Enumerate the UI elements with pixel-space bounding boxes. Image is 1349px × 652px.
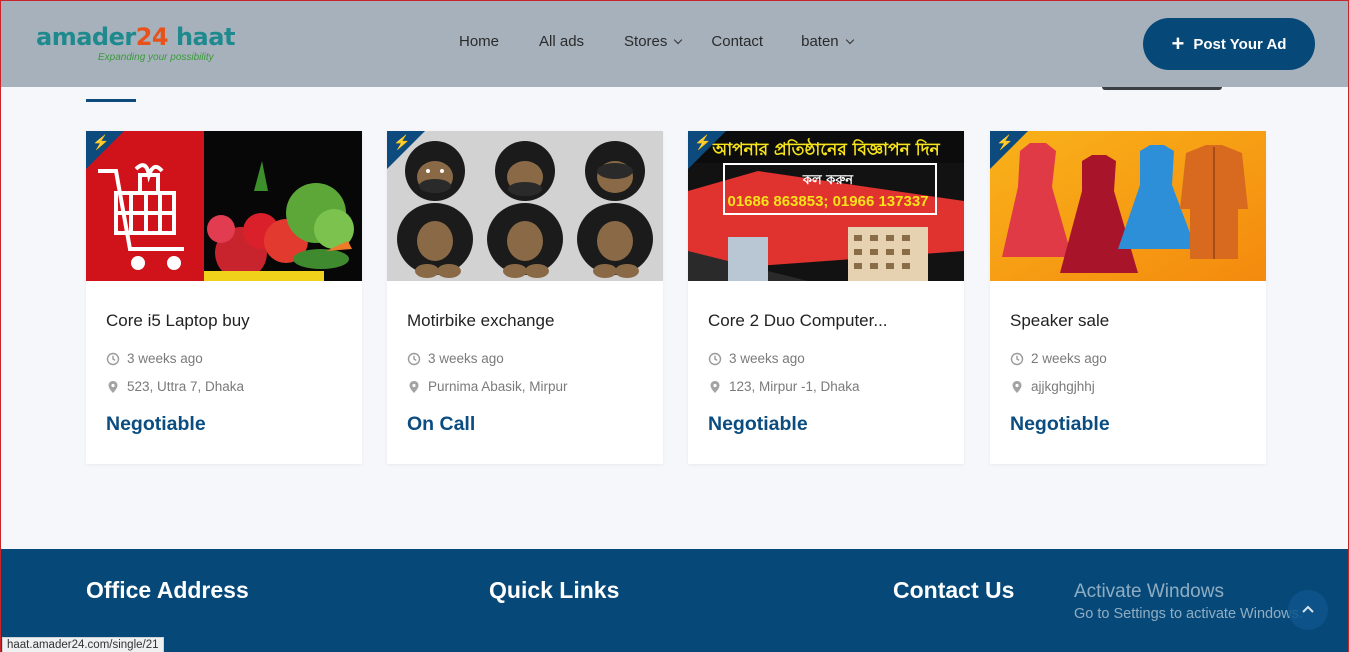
listing-time: 2 weeks ago [1010, 351, 1107, 366]
nav-contact-label: Contact [711, 33, 764, 50]
windows-activation-watermark: Activate Windows Go to Settings to activ… [1074, 581, 1303, 622]
logo-tagline: Expanding your possibility [98, 52, 214, 63]
map-pin-icon [108, 380, 118, 393]
contact-us-heading: Contact Us [893, 577, 1015, 603]
logo-text-part3: haat [168, 23, 235, 51]
logo-text-part1: amader [36, 23, 136, 51]
listing-price: Negotiable [106, 413, 206, 435]
listing-card[interactable]: ⚡ Motirbike exchange 3 weeks ago Purnima… [387, 131, 663, 464]
chevron-up-icon [1302, 605, 1314, 613]
site-logo[interactable]: amader24 haat Expanding your possibility [36, 23, 235, 63]
nav-all-ads-label: All ads [539, 33, 585, 50]
listing-price: On Call [407, 413, 476, 435]
nav-all-ads[interactable]: All ads [539, 33, 584, 50]
lightning-icon: ⚡ [694, 134, 712, 150]
listing-title[interactable]: Core i5 Laptop buy [106, 311, 250, 331]
main-nav: Home All ads Stores Contact baten [459, 33, 854, 50]
listing-time: 3 weeks ago [708, 351, 805, 366]
listing-time-text: 3 weeks ago [127, 351, 203, 366]
listing-location: 523, Uttra 7, Dhaka [106, 379, 244, 394]
listing-image[interactable]: ⚡ [387, 131, 663, 281]
quick-links-heading: Quick Links [489, 577, 620, 603]
banner-call: কল করুন [802, 173, 854, 188]
nav-stores-label: Stores [624, 33, 668, 50]
map-pin-icon [710, 380, 720, 393]
nav-user-menu[interactable]: baten [801, 33, 854, 50]
listing-location: 123, Mirpur -1, Dhaka [708, 379, 860, 394]
nav-user-label: baten [801, 33, 839, 50]
listing-image[interactable]: আপনার প্রতিষ্ঠানের বিজ্ঞাপন দিন কল করুন … [688, 131, 964, 281]
nav-stores[interactable]: Stores [624, 33, 683, 50]
listing-card[interactable]: ⚡ Core i5 Laptop buy 3 weeks ago 523, Ut… [86, 131, 362, 464]
listing-price: Negotiable [708, 413, 808, 435]
post-your-ad-button[interactable]: + Post Your Ad [1143, 18, 1315, 70]
nav-home[interactable]: Home [459, 33, 499, 50]
nav-home-label: Home [459, 33, 500, 50]
listing-card[interactable]: আপনার প্রতিষ্ঠানের বিজ্ঞাপন দিন কল করুন … [688, 131, 964, 464]
section-title-underline [86, 99, 136, 102]
view-all-button-edge[interactable] [1102, 87, 1222, 90]
clock-icon [1010, 352, 1024, 365]
activate-title: Activate Windows [1074, 581, 1224, 602]
lightning-icon: ⚡ [393, 134, 411, 150]
nav-contact[interactable]: Contact [711, 33, 763, 50]
map-pin-icon [409, 380, 419, 393]
clock-icon [106, 352, 120, 365]
scroll-to-top-button[interactable] [1288, 590, 1328, 630]
listing-location-text: 123, Mirpur -1, Dhaka [729, 379, 860, 394]
site-header: amader24 haat Expanding your possibility… [1, 1, 1348, 87]
listing-image[interactable]: ⚡ [86, 131, 362, 281]
listing-title[interactable]: Motirbike exchange [407, 311, 554, 331]
office-address-heading: Office Address [86, 577, 249, 603]
post-your-ad-label: Post Your Ad [1193, 35, 1287, 53]
listing-image[interactable]: ⚡ [990, 131, 1266, 281]
listing-location: ajjkghgjhhj [1010, 379, 1095, 394]
listing-title[interactable]: Speaker sale [1010, 311, 1109, 331]
listing-time-text: 3 weeks ago [729, 351, 805, 366]
banner-phones: 01686 863853; 01966 137337 [727, 193, 928, 210]
lightning-icon: ⚡ [996, 134, 1014, 150]
listing-time-text: 2 weeks ago [1031, 351, 1107, 366]
status-bar-url: haat.amader24.com/single/21 [2, 637, 164, 652]
listing-location-text: 523, Uttra 7, Dhaka [127, 379, 245, 394]
chevron-down-icon [674, 35, 683, 44]
listing-location-text: Purnima Abasik, Mirpur [428, 379, 568, 394]
clock-icon [407, 352, 421, 365]
listing-time-text: 3 weeks ago [428, 351, 504, 366]
listing-time: 3 weeks ago [106, 351, 203, 366]
map-pin-icon [1012, 380, 1022, 393]
plus-icon: + [1171, 31, 1185, 56]
listing-price: Negotiable [1010, 413, 1110, 435]
clock-icon [708, 352, 722, 365]
listing-card[interactable]: ⚡ Speaker sale 2 weeks ago ajjkghgjhhj N… [990, 131, 1266, 464]
listing-location: Purnima Abasik, Mirpur [407, 379, 568, 394]
listing-location-text: ajjkghgjhhj [1031, 379, 1095, 394]
lightning-icon: ⚡ [92, 134, 110, 150]
logo-text-part2: 24 [135, 23, 169, 51]
banner-headline: আপনার প্রতিষ্ঠানের বিজ্ঞাপন দিন [711, 138, 940, 160]
chevron-down-icon [845, 35, 854, 44]
activate-subtitle: Go to Settings to activate Windows. [1074, 606, 1303, 622]
listing-title[interactable]: Core 2 Duo Computer... [708, 311, 888, 331]
listing-time: 3 weeks ago [407, 351, 504, 366]
